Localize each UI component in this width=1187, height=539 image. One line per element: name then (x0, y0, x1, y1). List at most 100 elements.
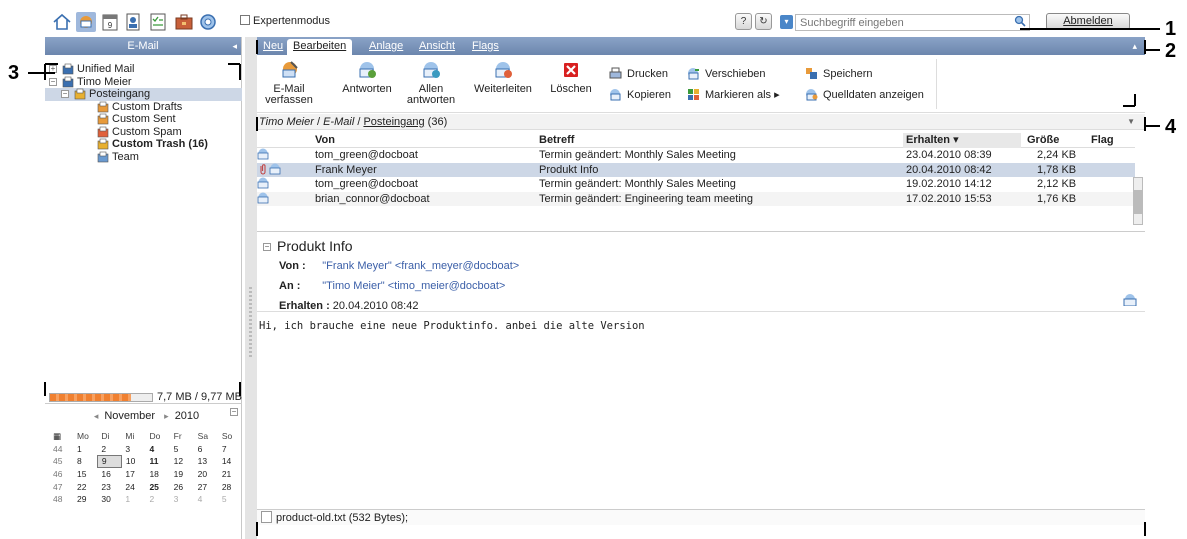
column-size[interactable]: Größe (1027, 133, 1059, 148)
calendar-day[interactable]: 10 (121, 455, 145, 468)
calendar-day[interactable]: 12 (170, 455, 194, 468)
collapse-header-icon[interactable]: − (263, 243, 271, 251)
reply-all-button[interactable]: Allen antworten (403, 60, 459, 106)
mail-row[interactable]: Frank Meyer Produkt Info 20.04.2010 08:42 1… (257, 162, 1135, 177)
show-source-button[interactable]: Quelldaten anzeigen (805, 87, 924, 103)
folder-custom-spam[interactable]: Custom Spam (45, 126, 242, 139)
next-month-icon[interactable]: ▸ (158, 411, 175, 421)
breadcrumb-section[interactable]: E-Mail (323, 116, 354, 128)
search-icon[interactable] (1014, 15, 1026, 27)
infostore-icon[interactable] (174, 12, 194, 32)
calendar-day[interactable]: 11 (145, 455, 169, 468)
folder-unified-mail[interactable]: + Unified Mail (45, 63, 242, 76)
settings-icon[interactable] (198, 12, 218, 32)
folder-timo-meier[interactable]: − Timo Meier (45, 76, 242, 89)
calendar-day[interactable]: 23 (97, 480, 121, 493)
calendar-day[interactable]: 29 (73, 493, 97, 506)
calendar-day[interactable]: 21 (218, 468, 242, 481)
panel-splitter[interactable] (245, 37, 257, 539)
tab-new[interactable]: Neu (263, 39, 283, 55)
column-received[interactable]: Erhalten ▾ (903, 133, 1021, 148)
breadcrumb-user[interactable]: Timo Meier (259, 116, 314, 128)
move-button[interactable]: Verschieben (687, 66, 766, 82)
copy-button[interactable]: Kopieren (609, 87, 671, 103)
calendar-day[interactable]: 30 (97, 493, 121, 506)
calendar-day[interactable]: 25 (145, 480, 169, 493)
mail-list-scrollbar[interactable] (1133, 177, 1143, 225)
tab-flags[interactable]: Flags (472, 39, 499, 55)
week-number[interactable]: 46 (49, 468, 73, 481)
expand-icon[interactable]: + (49, 65, 57, 73)
tasks-icon[interactable] (148, 12, 168, 32)
contacts-icon[interactable] (124, 12, 144, 32)
calendar-day[interactable]: 3 (121, 443, 145, 456)
mark-as-button[interactable]: Markieren als ▸ (687, 87, 780, 103)
tab-edit[interactable]: Bearbeiten (287, 39, 353, 55)
print-button[interactable]: Drucken (609, 66, 668, 82)
mail-row[interactable]: tom_green@docboat Termin geändert: Monthl… (257, 148, 1135, 163)
calendar-day[interactable]: 4 (145, 443, 169, 456)
splitter-grip[interactable] (249, 287, 252, 357)
calendar-day[interactable]: 26 (170, 480, 194, 493)
mail-icon[interactable] (76, 12, 96, 32)
calendar-month[interactable]: November (104, 410, 155, 422)
preview-to-value[interactable]: "Timo Meier" <timo_meier@docboat> (322, 280, 505, 292)
breadcrumb-dropdown-icon[interactable]: ▼ (1127, 114, 1135, 130)
calendar-day[interactable]: 20 (194, 468, 218, 481)
week-number[interactable]: 47 (49, 480, 73, 493)
mail-row[interactable]: tom_green@docboat Termin geändert: Monthl… (257, 177, 1135, 192)
calendar-day[interactable]: 28 (218, 480, 242, 493)
delete-button[interactable]: Löschen (545, 60, 597, 95)
calendar-day[interactable]: 4 (194, 493, 218, 506)
week-column-icon[interactable]: ▦ (49, 430, 73, 443)
calendar-day[interactable]: 19 (170, 468, 194, 481)
logout-button[interactable]: Abmelden (1046, 13, 1130, 30)
calendar-year[interactable]: 2010 (175, 410, 199, 422)
calendar-day[interactable]: 16 (97, 468, 121, 481)
home-icon[interactable] (52, 12, 72, 32)
expert-mode-checkbox[interactable]: Expertenmodus (240, 15, 330, 27)
collapse-icon[interactable]: − (49, 77, 57, 86)
save-button[interactable]: Speichern (805, 66, 873, 82)
scrollbar-thumb[interactable] (1134, 190, 1142, 214)
refresh-button[interactable]: ↻ (755, 13, 772, 30)
help-button[interactable]: ? (735, 13, 752, 30)
calendar-day[interactable]: 7 (218, 443, 242, 456)
attachment-label[interactable]: product-old.txt (532 Bytes); (276, 512, 408, 524)
calendar-day[interactable]: 9 (96, 454, 122, 469)
folder-team[interactable]: Team (45, 151, 242, 164)
calendar-collapse-icon[interactable]: − (230, 408, 238, 416)
folder-custom-sent[interactable]: Custom Sent (45, 113, 242, 126)
search-input[interactable] (795, 14, 1030, 31)
checkbox-box[interactable] (240, 15, 250, 25)
calendar-day[interactable]: 18 (145, 468, 169, 481)
calendar-day[interactable]: 6 (194, 443, 218, 456)
collapse-icon[interactable]: − (61, 90, 69, 98)
collapse-left-icon[interactable]: ◂ (232, 37, 237, 55)
compose-button[interactable]: E-Mail verfassen (261, 60, 317, 106)
breadcrumb-folder[interactable]: Posteingang (363, 116, 424, 128)
calendar-day[interactable]: 8 (73, 455, 97, 468)
column-from[interactable]: Von (315, 133, 335, 148)
week-number[interactable]: 48 (49, 493, 73, 506)
calendar-day[interactable]: 14 (218, 455, 242, 468)
folder-custom-drafts[interactable]: Custom Drafts (45, 101, 242, 114)
calendar-day[interactable]: 1 (121, 493, 145, 506)
calendar-icon[interactable]: 9 (100, 12, 120, 32)
calendar-day[interactable]: 24 (121, 480, 145, 493)
week-number[interactable]: 44 (49, 443, 73, 456)
calendar-day[interactable]: 22 (73, 480, 97, 493)
calendar-day[interactable]: 5 (218, 493, 242, 506)
calendar-day[interactable]: 17 (121, 468, 145, 481)
attachment-file-icon[interactable] (261, 511, 272, 523)
tab-view[interactable]: Ansicht (419, 39, 455, 55)
preview-from-value[interactable]: "Frank Meyer" <frank_meyer@docboat> (322, 260, 519, 272)
prev-month-icon[interactable]: ◂ (88, 411, 105, 421)
calendar-day[interactable]: 5 (170, 443, 194, 456)
reply-button[interactable]: Antworten (339, 60, 395, 95)
calendar-day[interactable]: 2 (145, 493, 169, 506)
search-scope-dropdown[interactable]: ▾ (780, 15, 793, 29)
column-subject[interactable]: Betreff (539, 133, 574, 148)
collapse-ribbon-icon[interactable]: ▴ (1132, 37, 1137, 55)
calendar-day[interactable]: 1 (73, 443, 97, 456)
